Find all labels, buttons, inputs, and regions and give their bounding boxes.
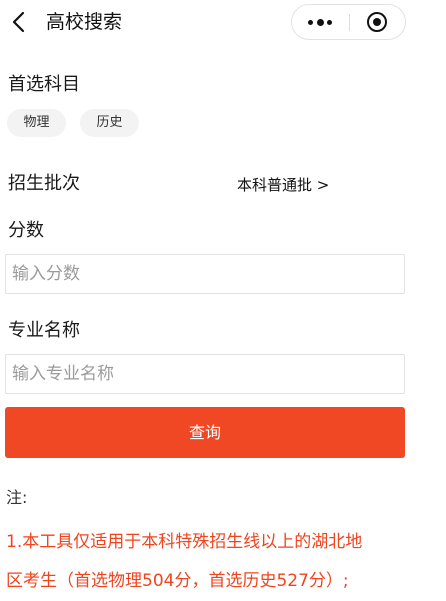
university-search-page: 高校搜索 首选科目 物理 历史 招生批次 本科普通批 > 分数 输入分数 专业名… [0,0,446,601]
batch-label: 招生批次 [8,173,80,194]
back-button[interactable] [8,9,32,35]
close-button[interactable] [350,5,406,39]
more-button[interactable] [292,5,349,39]
subject-option-physics[interactable]: 物理 [7,109,66,137]
notes-line-2: 区考生（首选物理504分，首选历史527分）; [6,571,349,591]
notes-title: 注: [6,488,28,507]
notes-line-1: 1.本工具仅适用于本科特殊招生线以上的湖北地 [6,532,363,552]
subject-option-history[interactable]: 历史 [80,109,139,137]
page-title: 高校搜索 [46,11,123,33]
major-field [5,354,405,394]
subject-label: 首选科目 [8,74,80,95]
batch-selector[interactable]: 本科普通批 > [237,175,329,195]
score-field [5,254,405,294]
mini-program-capsule [291,4,406,40]
major-label: 专业名称 [8,320,80,341]
query-button[interactable]: 查询 [5,407,405,458]
score-label: 分数 [8,220,44,241]
nav-header: 高校搜索 [0,0,446,44]
major-input[interactable] [6,355,404,393]
chevron-left-icon [8,9,32,35]
score-input[interactable] [6,255,404,293]
